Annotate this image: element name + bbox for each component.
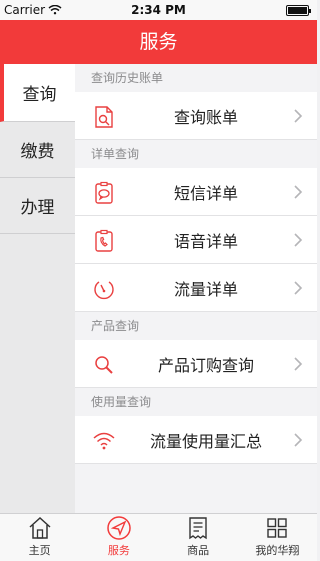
chevron-right-icon [294,281,303,295]
side-tab-payment[interactable]: 缴费 [0,122,75,178]
side-tab-query[interactable]: 查询 [0,64,75,122]
status-time: 2:34 PM [131,3,186,17]
section-title: 详单查询 [91,147,140,161]
tab-bar: 主页 服务 商品 我的华翔 [0,513,317,561]
service-list: 查询历史账单 查询账单 详单查询 短信详单 语音详单 流量详单 产品查询 产品订… [75,64,317,513]
search-icon [91,352,117,378]
section-title: 使用量查询 [91,395,152,409]
list-item-data-detail[interactable]: 流量详单 [75,264,317,312]
list-item-sms-detail[interactable]: 短信详单 [75,168,317,216]
side-tab-handle[interactable]: 办理 [0,178,75,234]
list-item-voice-detail[interactable]: 语音详单 [75,216,317,264]
list-item-label: 语音详单 [173,231,238,251]
side-tab-label: 缴费 [20,142,55,162]
tab-goods[interactable]: 商品 [159,514,238,561]
grid-icon [267,518,288,538]
side-tab-label: 查询 [22,85,57,105]
tab-label: 商品 [187,544,210,557]
list-item-label: 产品订购查询 [157,355,254,375]
side-tabs: 查询 缴费 办理 [0,64,75,513]
list-item-label: 流量详单 [173,279,238,299]
status-bar: Carrier 2:34 PM [0,0,317,20]
page-title: 服务 [0,20,317,64]
chevron-right-icon [294,433,303,447]
list-item-product-order[interactable]: 产品订购查询 [75,340,317,388]
list-item-data-usage[interactable]: 流量使用量汇总 [75,416,317,464]
tab-label: 主页 [28,544,51,557]
chevron-right-icon [294,109,303,123]
data-detail-icon [91,276,117,302]
tab-home[interactable]: 主页 [0,514,79,561]
send-icon [107,516,131,540]
tab-label: 服务 [107,544,130,557]
sms-detail-icon [91,180,117,206]
chevron-right-icon [294,357,303,371]
receipt-icon [189,517,207,540]
list-item-label: 查询账单 [173,107,238,127]
voice-detail-icon [91,228,117,254]
bill-search-icon [91,104,117,130]
section-title: 查询历史账单 [91,71,164,85]
side-tab-label: 办理 [20,198,55,218]
list-item-bill-query[interactable]: 查询账单 [75,92,317,140]
tab-service[interactable]: 服务 [79,514,158,561]
battery-icon [286,5,311,16]
list-item-label: 短信详单 [173,183,238,203]
tab-my-account[interactable]: 我的华翔 [238,514,317,561]
chevron-right-icon [294,185,303,199]
chevron-right-icon [294,233,303,247]
wifi-icon [91,428,117,454]
section-title: 产品查询 [91,319,140,333]
list-item-label: 流量使用量汇总 [149,431,262,451]
home-icon [29,516,51,539]
tab-label: 我的华翔 [255,544,300,557]
